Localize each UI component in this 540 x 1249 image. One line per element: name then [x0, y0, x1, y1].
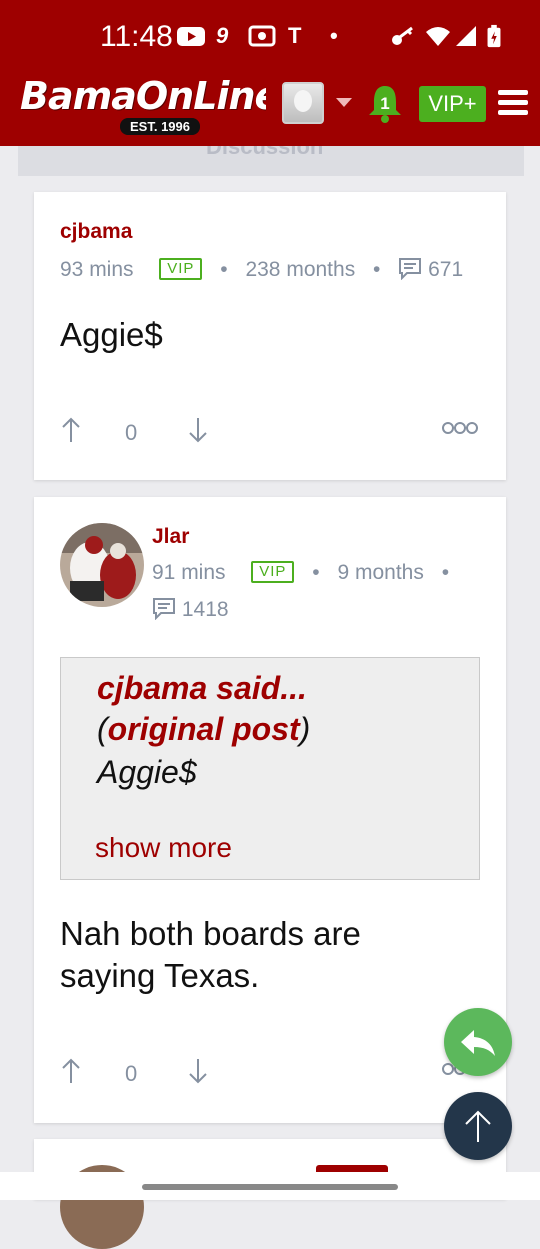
vip-badge: VIP: [251, 561, 295, 583]
top-header: 11:48 9 T • BamaOnLine EST. 1996 1 VIP+: [0, 0, 540, 146]
notifications-button[interactable]: 1: [366, 82, 404, 124]
youtube-icon: [177, 27, 205, 46]
vote-count: 0: [125, 1061, 138, 1086]
signal-icon: [456, 26, 476, 46]
menu-icon[interactable]: [498, 90, 528, 116]
post-count: 1418: [181, 598, 229, 621]
quote-text: Aggie$: [97, 754, 197, 790]
key-icon: [392, 26, 413, 45]
comment-icon: [153, 598, 175, 621]
home-gesture-bar[interactable]: [142, 1184, 398, 1190]
separator-dot: •: [312, 561, 320, 584]
section-header: Discussion: [18, 146, 524, 176]
post-count: 671: [428, 258, 464, 281]
post-author[interactable]: cjbama: [60, 220, 132, 244]
quote-author: cjbama said...: [97, 670, 307, 706]
vote-count: 0: [125, 420, 138, 445]
vip-plus-button[interactable]: VIP+: [419, 86, 486, 122]
dot-icon: •: [330, 23, 338, 48]
vip-badge: VIP: [159, 258, 203, 280]
section-label: Discussion: [206, 146, 324, 159]
system-nav-bar: [0, 1172, 540, 1200]
site-logo[interactable]: BamaOnLine EST. 1996: [20, 74, 268, 136]
notification-count: 1: [380, 94, 389, 113]
post-author[interactable]: Jlar: [152, 525, 189, 549]
post-body: Aggie$: [60, 316, 163, 353]
post-time[interactable]: 93 mins: [60, 258, 134, 281]
post-meta: 93 mins VIP • 238 months • 671: [60, 256, 463, 282]
post-tenure: 9 months: [337, 561, 424, 584]
separator-dot: •: [373, 258, 381, 281]
separator-dot: •: [441, 561, 450, 584]
show-more-link[interactable]: show more: [95, 832, 232, 864]
logo-wordmark: BamaOnLine: [20, 74, 266, 118]
user-avatar[interactable]: [282, 82, 324, 124]
quote-source: (original post): [97, 711, 310, 748]
post-body-line: saying Texas.: [60, 957, 260, 994]
t-mobile-icon: T: [288, 23, 302, 48]
wifi-icon: [426, 27, 450, 46]
chevron-down-icon[interactable]: [336, 98, 352, 107]
quote-block: cjbama said... (original post) Aggie$ sh…: [60, 657, 480, 880]
app-9-icon: 9: [216, 23, 229, 48]
downvote-icon[interactable]: [187, 416, 209, 444]
scroll-to-top-button[interactable]: [444, 1092, 512, 1160]
arrow-up-icon: [465, 1110, 491, 1142]
post-tenure: 238 months: [245, 258, 356, 281]
post-time[interactable]: 91 mins: [152, 561, 226, 584]
upvote-icon[interactable]: [60, 1057, 82, 1085]
post-card: Jlar 91 mins VIP • 9 months • 1418 cjbam…: [34, 497, 506, 1123]
battery-icon: [487, 24, 501, 48]
post-card: cjbama 93 mins VIP • 238 months • 671 Ag…: [34, 192, 506, 480]
radio-icon: [248, 25, 276, 47]
reply-icon: [461, 1030, 495, 1056]
reply-button[interactable]: [444, 1008, 512, 1076]
comment-icon: [399, 258, 422, 281]
more-options-icon[interactable]: [442, 420, 478, 436]
post-count-row: 1418: [152, 596, 229, 622]
post-body-line: Nah both boards are: [60, 915, 361, 952]
bell-icon: 1: [369, 86, 401, 123]
separator-dot: •: [220, 258, 228, 281]
quote-paren-close: ): [299, 711, 311, 747]
downvote-icon[interactable]: [187, 1057, 209, 1085]
status-bar: 11:48 9 T •: [0, 18, 540, 58]
original-post-link[interactable]: original post: [108, 711, 300, 747]
post-meta: 91 mins VIP • 9 months •: [152, 561, 461, 585]
status-time: 11:48: [100, 20, 173, 53]
avatar[interactable]: [60, 523, 144, 607]
logo-est-badge: EST. 1996: [120, 118, 200, 135]
quote-paren-open: (: [97, 711, 108, 747]
upvote-icon[interactable]: [60, 416, 82, 444]
post-body: Nah both boards are saying Texas.: [60, 913, 361, 997]
